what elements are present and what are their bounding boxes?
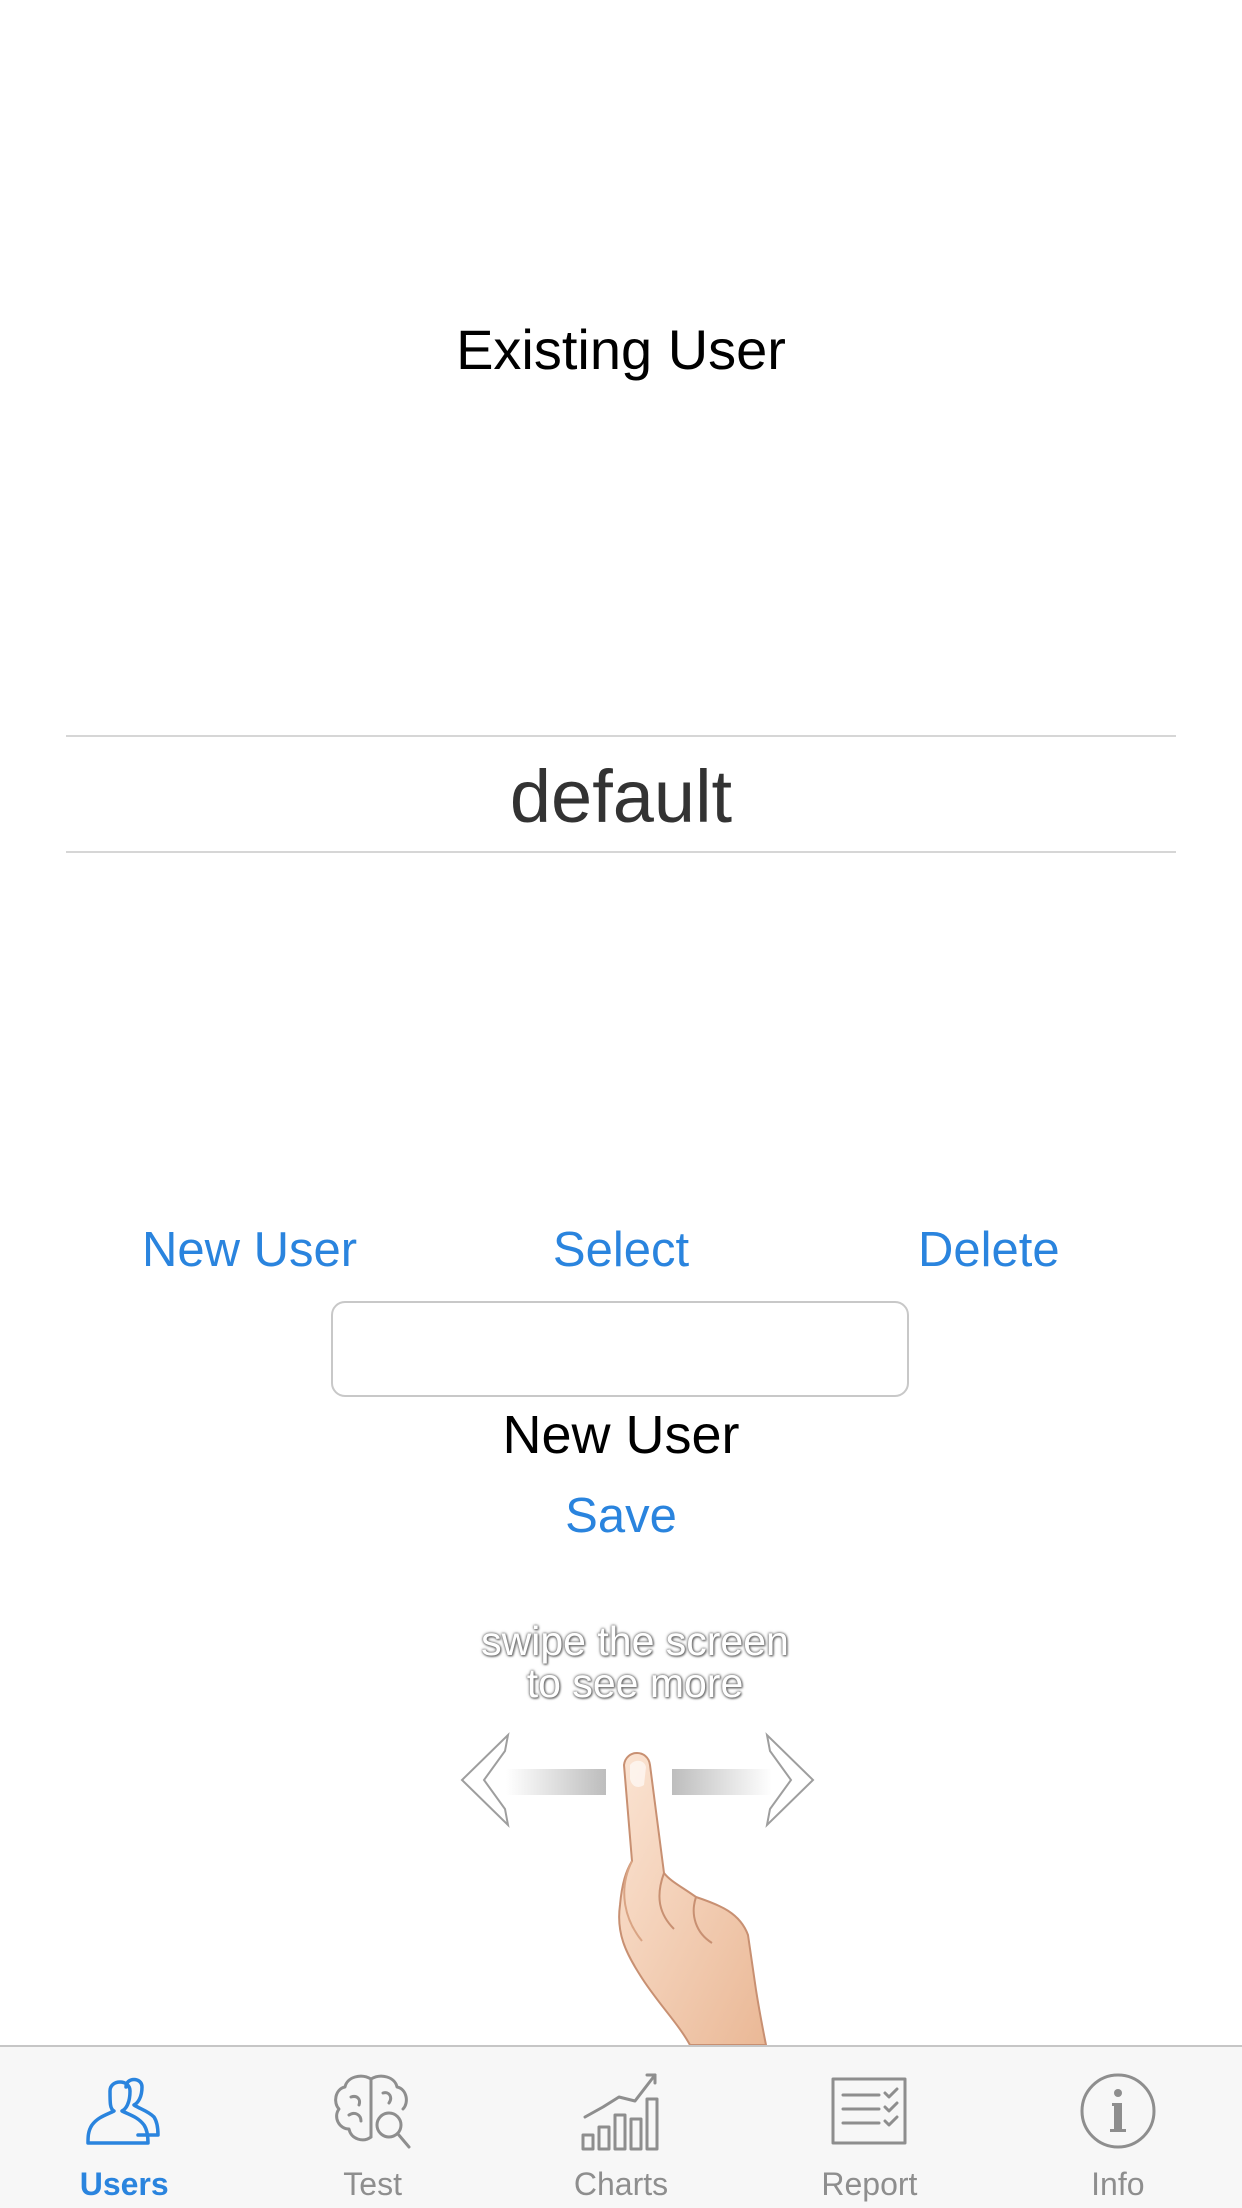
new-user-name-input[interactable] — [331, 1301, 909, 1397]
users-icon — [86, 2077, 160, 2145]
info-icon — [1080, 2073, 1156, 2149]
user-picker[interactable]: default — [66, 735, 1176, 853]
tab-report[interactable]: Report — [745, 2047, 993, 2208]
tab-bar: Users Test Charts Report Info — [0, 2045, 1242, 2208]
save-button[interactable]: Save — [0, 1488, 1242, 1544]
save-button-label[interactable]: Save — [565, 1489, 677, 1543]
swipe-hint: swipe the screen to see more — [420, 1610, 850, 2045]
tab-users[interactable]: Users — [0, 2047, 248, 2208]
picker-selected-value[interactable]: default — [66, 757, 1176, 837]
swipe-hint-line2: to see more — [526, 1660, 744, 1706]
tab-test[interactable]: Test — [248, 2047, 496, 2208]
delete-button[interactable]: Delete — [918, 1222, 1060, 1278]
right-arrow-icon — [672, 1732, 815, 1828]
tab-info[interactable]: Info — [994, 2047, 1242, 2208]
swipe-hand-illustration — [460, 1732, 815, 2045]
new-user-label: New User — [502, 1405, 740, 1465]
swipe-hint-text: swipe the screen to see more — [420, 1620, 850, 1704]
select-button-label[interactable]: Select — [553, 1223, 689, 1277]
tab-charts-label: Charts — [573, 2166, 669, 2202]
report-checklist-icon — [831, 2077, 907, 2145]
page-title: Existing User — [456, 318, 786, 381]
left-arrow-icon — [460, 1732, 606, 1828]
tab-charts[interactable]: Charts — [497, 2047, 745, 2208]
brain-search-icon — [333, 2074, 411, 2149]
pointing-hand-icon — [618, 1752, 768, 2045]
swipe-hint-line1: swipe the screen — [481, 1618, 789, 1664]
users-screen: Existing User default New User Select De… — [0, 0, 1242, 2208]
tab-test-label: Test — [343, 2166, 402, 2202]
tab-users-label: Users — [79, 2166, 169, 2202]
tab-report-label: Report — [821, 2166, 918, 2202]
bar-chart-icon — [581, 2073, 659, 2151]
tab-info-label: Info — [1091, 2166, 1145, 2202]
